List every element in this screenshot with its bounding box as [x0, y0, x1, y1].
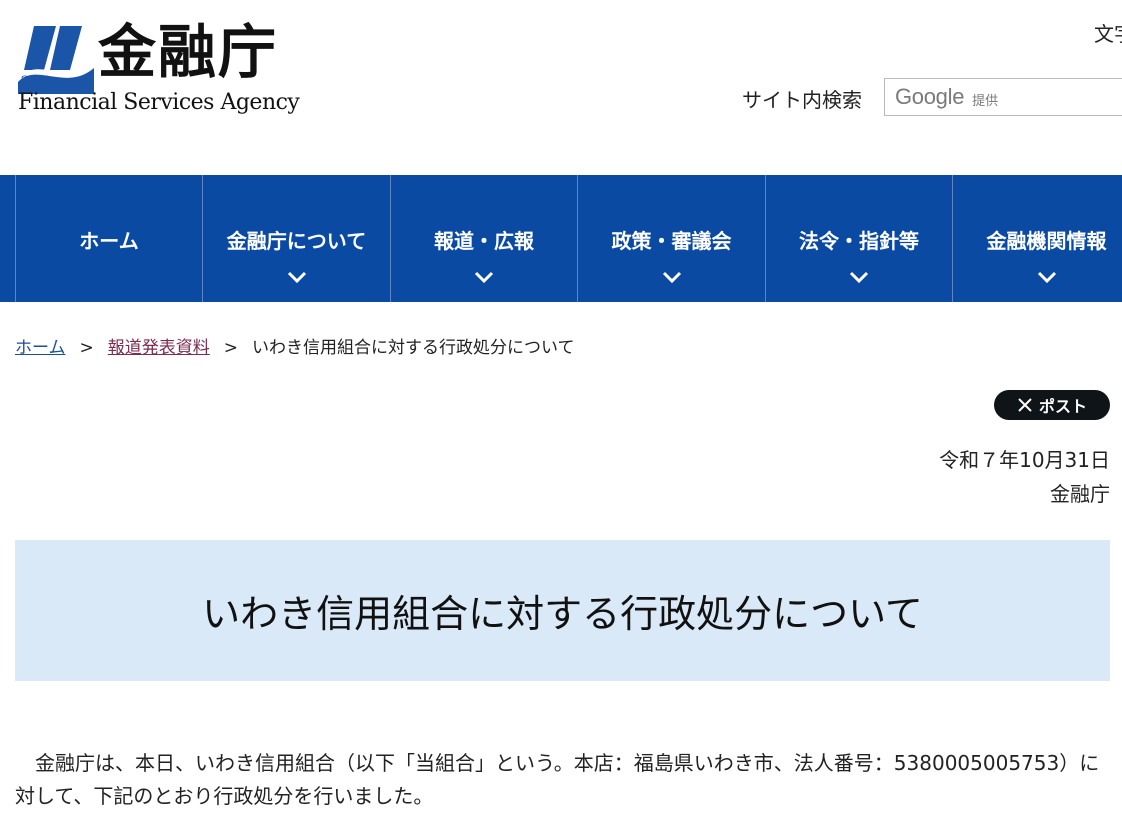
breadcrumb-press-releases-link[interactable]: 報道発表資料 — [108, 338, 210, 358]
nav-item-about[interactable]: 金融庁について — [202, 175, 390, 302]
nav-item-policy[interactable]: 政策・審議会 — [577, 175, 765, 302]
google-provided-label: 提供 — [972, 93, 999, 109]
chevron-down-icon — [849, 271, 869, 283]
chevron-down-icon — [474, 271, 494, 283]
page-title: いわき信用組合に対する行政処分について — [202, 592, 923, 636]
nav-item-label: 政策・審議会 — [611, 229, 732, 253]
nav-item-label: 金融庁について — [226, 229, 367, 253]
article-body: 金融庁は、本日、いわき信用組合（以下「当組合」という。本店：福島県いわき市、法人… — [15, 751, 1100, 808]
breadcrumb-current: いわき信用組合に対する行政処分について — [252, 338, 575, 358]
font-size-control[interactable]: 文字 — [1094, 18, 1122, 47]
chevron-down-icon — [1037, 271, 1056, 283]
breadcrumb-home-link[interactable]: ホーム — [15, 338, 66, 358]
nav-item-home[interactable]: ホーム — [15, 175, 202, 302]
site-search-input[interactable]: Google 提供 — [884, 78, 1122, 116]
logo-subtitle: Financial Services Agency — [18, 90, 300, 115]
fsa-emblem-icon: 25th — [18, 26, 94, 94]
issuer: 金融庁 — [1050, 482, 1110, 506]
fsa-logo[interactable]: 25th 金融庁 Financial Services Agency — [16, 18, 306, 120]
chevron-down-icon — [287, 271, 306, 283]
site-header: 25th 金融庁 Financial Services Agency 文字 サイ… — [0, 0, 1122, 175]
nav-item-label: ホーム — [79, 229, 139, 253]
breadcrumb-separator: > — [79, 338, 94, 358]
nav-item-laws[interactable]: 法令・指針等 — [765, 175, 952, 302]
nav-item-label: 報道・広報 — [434, 229, 534, 253]
breadcrumb-separator: > — [223, 338, 238, 358]
logo-title: 金融庁 — [98, 18, 279, 86]
x-post-button[interactable]: ポスト — [994, 390, 1110, 420]
global-nav: ホーム 金融庁について 報道・広報 政策・審議会 法令・指針等 金融機関情報 — [0, 175, 1122, 302]
publication-date: 令和７年10月31日 — [939, 448, 1110, 472]
chevron-down-icon — [662, 271, 681, 283]
nav-item-label: 金融機関情報 — [986, 229, 1107, 253]
nav-item-label: 法令・指針等 — [799, 229, 919, 253]
page-title-band: いわき信用組合に対する行政処分について — [15, 540, 1110, 681]
breadcrumb: ホーム > 報道発表資料 > いわき信用組合に対する行政処分について — [15, 333, 575, 358]
post-label: ポスト — [1038, 397, 1087, 416]
logo-badge: 25th — [19, 74, 52, 90]
x-logo-icon — [1018, 398, 1032, 412]
nav-item-institutions[interactable]: 金融機関情報 — [952, 175, 1122, 302]
google-brand: Google — [895, 84, 965, 109]
nav-item-press[interactable]: 報道・広報 — [390, 175, 577, 302]
site-search-label: サイト内検索 — [742, 88, 862, 112]
